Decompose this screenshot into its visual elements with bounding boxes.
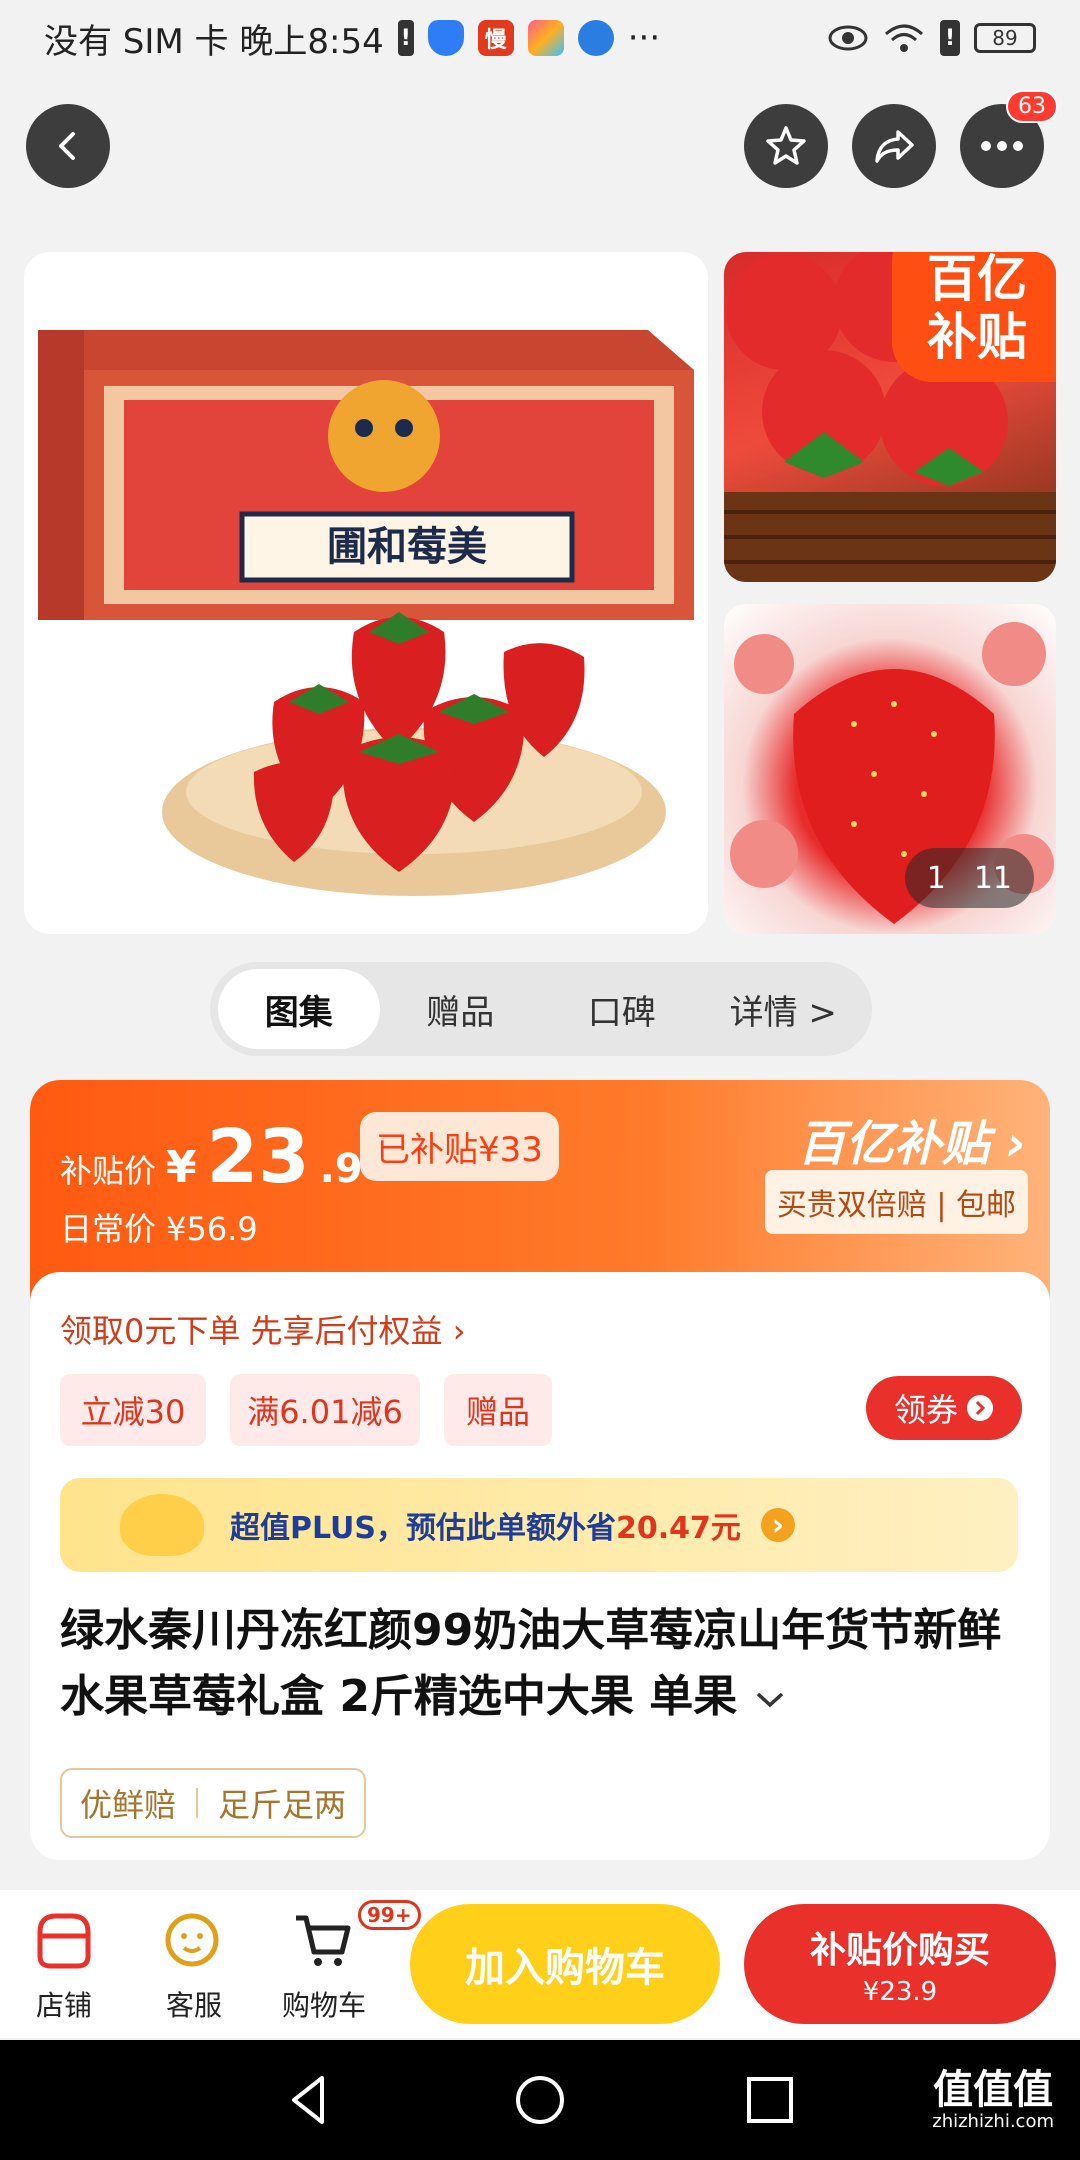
- chat-face-icon: [162, 1908, 226, 1972]
- app-notification-icon-2: [527, 20, 564, 56]
- plus-text: 超值PLUS，预估此单额外省: [230, 1511, 617, 1546]
- tab-reviews[interactable]: 口碑: [541, 969, 703, 1049]
- price-decimal: .9: [319, 1146, 363, 1192]
- status-time: 没有 SIM 卡 晚上8:54: [44, 21, 384, 62]
- discount-chip-direct: 立减30: [60, 1374, 206, 1446]
- section-tabs: 图集 赠品 口碑 详情 >: [210, 962, 872, 1056]
- store-label: 店铺: [35, 1989, 92, 2022]
- service-label: 客服: [165, 1989, 222, 2022]
- counter-total: 11: [973, 860, 1012, 896]
- share-arrow-icon: [875, 130, 914, 163]
- bottom-action-bar: 店铺 客服 99+ 购物车 加入购物车 补贴价购买 ¥23.9: [0, 1890, 1080, 2038]
- watermark-logo: 值值值 zhizhizhi.com: [932, 2068, 1054, 2132]
- plus-membership-banner[interactable]: 超值PLUS，预估此单额外省 20.47元 ›: [60, 1478, 1018, 1572]
- shield-icon: [427, 20, 464, 56]
- wifi-icon: [885, 24, 923, 52]
- cart-button[interactable]: 99+ 购物车: [264, 1900, 421, 2024]
- subsidy-price: 补贴价 ¥ 23 .9: [60, 1114, 363, 1200]
- offer-section: 领取0元下单 先享后付权益 › 立减30 满6.01减6 赠品 领券 超值PLU…: [30, 1272, 1050, 1860]
- signal-alert-icon: !: [940, 20, 960, 56]
- corner-badge-line1: 百亿: [927, 252, 1027, 308]
- watermark-domain: zhizhizhi.com: [932, 2111, 1054, 2132]
- corner-badge-line2: 补贴: [927, 308, 1027, 366]
- price-card: 补贴价 ¥ 23 .9 已补贴¥33 日常价 ¥56.9 百亿补贴 › 买贵双倍…: [30, 1080, 1050, 1860]
- subsidy-corner-badge: 百亿 补贴: [892, 252, 1056, 382]
- chevron-right-icon: ›: [760, 1508, 795, 1543]
- currency-symbol: ¥: [166, 1142, 197, 1193]
- tab-gifts[interactable]: 赠品: [380, 969, 542, 1049]
- chevron-left-icon: [59, 132, 75, 160]
- buy-button-price: ¥23.9: [862, 1977, 938, 2007]
- tab-details[interactable]: 详情 >: [703, 969, 865, 1049]
- watermark-brand: 值值值: [933, 2067, 1054, 2113]
- system-nav-bar: 值值值 zhizhizhi.com: [0, 2040, 1080, 2160]
- product-gallery[interactable]: 圃和莓美 百亿 补贴 1 11: [24, 252, 1056, 934]
- nav-recents-icon[interactable]: [740, 2070, 800, 2130]
- guarantee-fresh: 优鲜赔: [80, 1786, 177, 1824]
- chevron-right-icon: ›: [1006, 1116, 1026, 1172]
- product-title-text: 绿水秦川丹冻红颜99奶油大草莓凉山年货节新鲜水果草莓礼盒 2斤精选中大果 单果: [60, 1605, 1002, 1722]
- svg-text:圃和莓美: 圃和莓美: [327, 523, 487, 570]
- get-coupon-button[interactable]: 领券: [866, 1376, 1022, 1440]
- app-notification-icon: 慢: [477, 20, 514, 56]
- guarantee-weight: 足斤足两: [218, 1786, 347, 1824]
- cart-count-badge: 99+: [358, 1900, 421, 1930]
- more-dots-icon: [981, 141, 1023, 151]
- main-product-image[interactable]: 圃和莓美: [24, 252, 708, 934]
- gift-chip: 赠品: [444, 1374, 552, 1446]
- message-badge: 63: [1006, 90, 1058, 123]
- share-button[interactable]: [852, 104, 936, 188]
- subsidy-program-link[interactable]: 百亿补贴 ›: [797, 1104, 1026, 1174]
- plus-savings-amount: 20.47元: [616, 1511, 741, 1546]
- customer-service-button[interactable]: 客服: [134, 1908, 254, 2024]
- more-notifications-icon: ···: [627, 18, 661, 58]
- cart-icon: 99+: [292, 1900, 421, 1972]
- crescent-icon: [120, 1494, 204, 1556]
- product-title[interactable]: 绿水秦川丹冻红颜99奶油大草莓凉山年货节新鲜水果草莓礼盒 2斤精选中大果 单果: [60, 1598, 1020, 1730]
- top-nav: 63: [26, 90, 1058, 188]
- counter-current: 1: [926, 860, 946, 896]
- subsidy-price-label: 补贴价: [60, 1152, 157, 1190]
- more-button[interactable]: 63: [960, 90, 1058, 188]
- back-button[interactable]: [26, 104, 110, 188]
- buy-now-button[interactable]: 补贴价购买 ¥23.9: [744, 1904, 1056, 2024]
- chevron-down-icon[interactable]: [753, 1689, 787, 1711]
- price-integer: 23: [206, 1114, 310, 1200]
- nav-back-icon[interactable]: [280, 2070, 340, 2130]
- gallery-thumbnail-2[interactable]: 1 11: [724, 604, 1056, 934]
- chevron-circle-icon: [967, 1395, 993, 1421]
- status-bar: 没有 SIM 卡 晚上8:54 ! 慢 ··· ! 89: [0, 0, 1080, 76]
- buy-button-label: 补贴价购买: [809, 1930, 990, 1971]
- store-button[interactable]: 店铺: [4, 1908, 124, 2024]
- tab-gallery[interactable]: 图集: [218, 969, 380, 1049]
- pay-later-link[interactable]: 领取0元下单 先享后付权益 ›: [60, 1306, 466, 1352]
- alert-icon: !: [397, 20, 414, 56]
- add-to-cart-button[interactable]: 加入购物车: [410, 1904, 720, 2024]
- strawberry-gift-box-image: 圃和莓美: [24, 252, 708, 934]
- star-icon: [766, 126, 806, 165]
- cart-label: 购物车: [281, 1989, 366, 2022]
- subsidized-amount-tag: 已补贴¥33: [360, 1112, 559, 1181]
- gallery-thumbnail-1[interactable]: 百亿 补贴: [724, 252, 1056, 582]
- nav-home-icon[interactable]: [510, 2070, 570, 2130]
- favorite-button[interactable]: [744, 104, 828, 188]
- browser-icon: [577, 20, 614, 56]
- store-icon: [32, 1908, 96, 1972]
- discount-chip-threshold: 满6.01减6: [230, 1374, 420, 1446]
- subsidy-program-title: 百亿补贴: [797, 1116, 990, 1172]
- image-counter: 1 11: [904, 848, 1034, 908]
- coupon-button-label: 领券: [893, 1391, 958, 1429]
- service-guarantees[interactable]: 优鲜赔 足斤足两: [60, 1768, 367, 1838]
- normal-price: 日常价 ¥56.9: [60, 1210, 258, 1248]
- price-guarantee-box: 买贵双倍赔 | 包邮: [764, 1170, 1028, 1234]
- battery-icon: 89: [974, 23, 1036, 53]
- divider: [196, 1788, 199, 1818]
- eye-icon: [828, 25, 868, 51]
